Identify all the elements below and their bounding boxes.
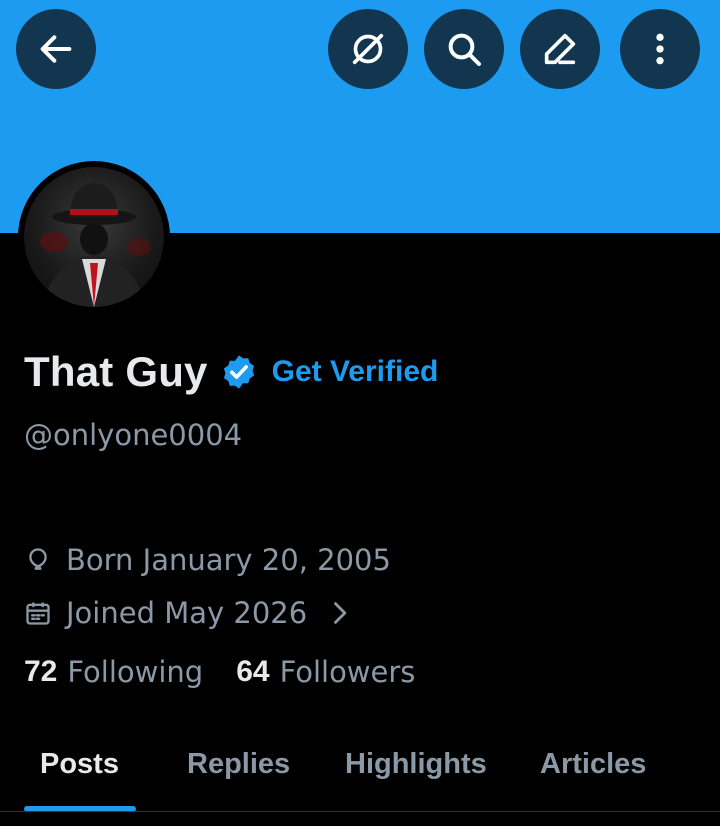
following-link[interactable]: 72 Following bbox=[24, 655, 203, 689]
more-vertical-icon bbox=[656, 33, 664, 65]
search-icon bbox=[448, 33, 481, 66]
followers-link[interactable]: 64 Followers bbox=[236, 655, 415, 689]
avatar[interactable] bbox=[18, 161, 170, 313]
search-button[interactable] bbox=[424, 9, 504, 89]
balloon-icon bbox=[29, 548, 47, 570]
tab-articles[interactable]: Articles bbox=[540, 748, 646, 781]
profile-tabs: Posts Replies Highlights Articles bbox=[0, 740, 720, 812]
tab-highlights[interactable]: Highlights bbox=[345, 748, 487, 781]
back-button[interactable] bbox=[16, 9, 96, 89]
grok-button[interactable] bbox=[328, 9, 408, 89]
back-arrow-icon bbox=[40, 35, 72, 63]
verified-check-icon[interactable] bbox=[220, 353, 258, 391]
following-count: 72 bbox=[24, 655, 58, 688]
avatar-image bbox=[24, 167, 164, 307]
tab-replies[interactable]: Replies bbox=[187, 748, 290, 781]
birth-date: Born January 20, 2005 bbox=[66, 543, 391, 577]
joined-row[interactable]: Joined May 2026 bbox=[24, 596, 367, 630]
edit-icon bbox=[544, 33, 576, 65]
calendar-icon bbox=[26, 602, 50, 625]
user-handle: @onlyone0004 bbox=[24, 418, 243, 452]
grok-icon bbox=[352, 33, 384, 65]
display-name: That Guy bbox=[24, 348, 208, 395]
edit-button[interactable] bbox=[520, 9, 600, 89]
chevron-right-icon bbox=[334, 602, 347, 624]
tab-posts[interactable]: Posts bbox=[40, 748, 119, 781]
followers-count: 64 bbox=[236, 655, 270, 688]
birthday-row: Born January 20, 2005 bbox=[24, 543, 391, 577]
joined-date: Joined May 2026 bbox=[66, 596, 308, 630]
tabs-divider bbox=[0, 811, 720, 812]
more-button[interactable] bbox=[620, 9, 700, 89]
following-label: Following bbox=[67, 655, 204, 689]
follow-stats: 72 Following 64 Followers bbox=[24, 655, 415, 689]
followers-label: Followers bbox=[279, 655, 416, 689]
get-verified-link[interactable]: Get Verified bbox=[272, 355, 439, 389]
name-row: That Guy Get Verified bbox=[24, 344, 438, 400]
